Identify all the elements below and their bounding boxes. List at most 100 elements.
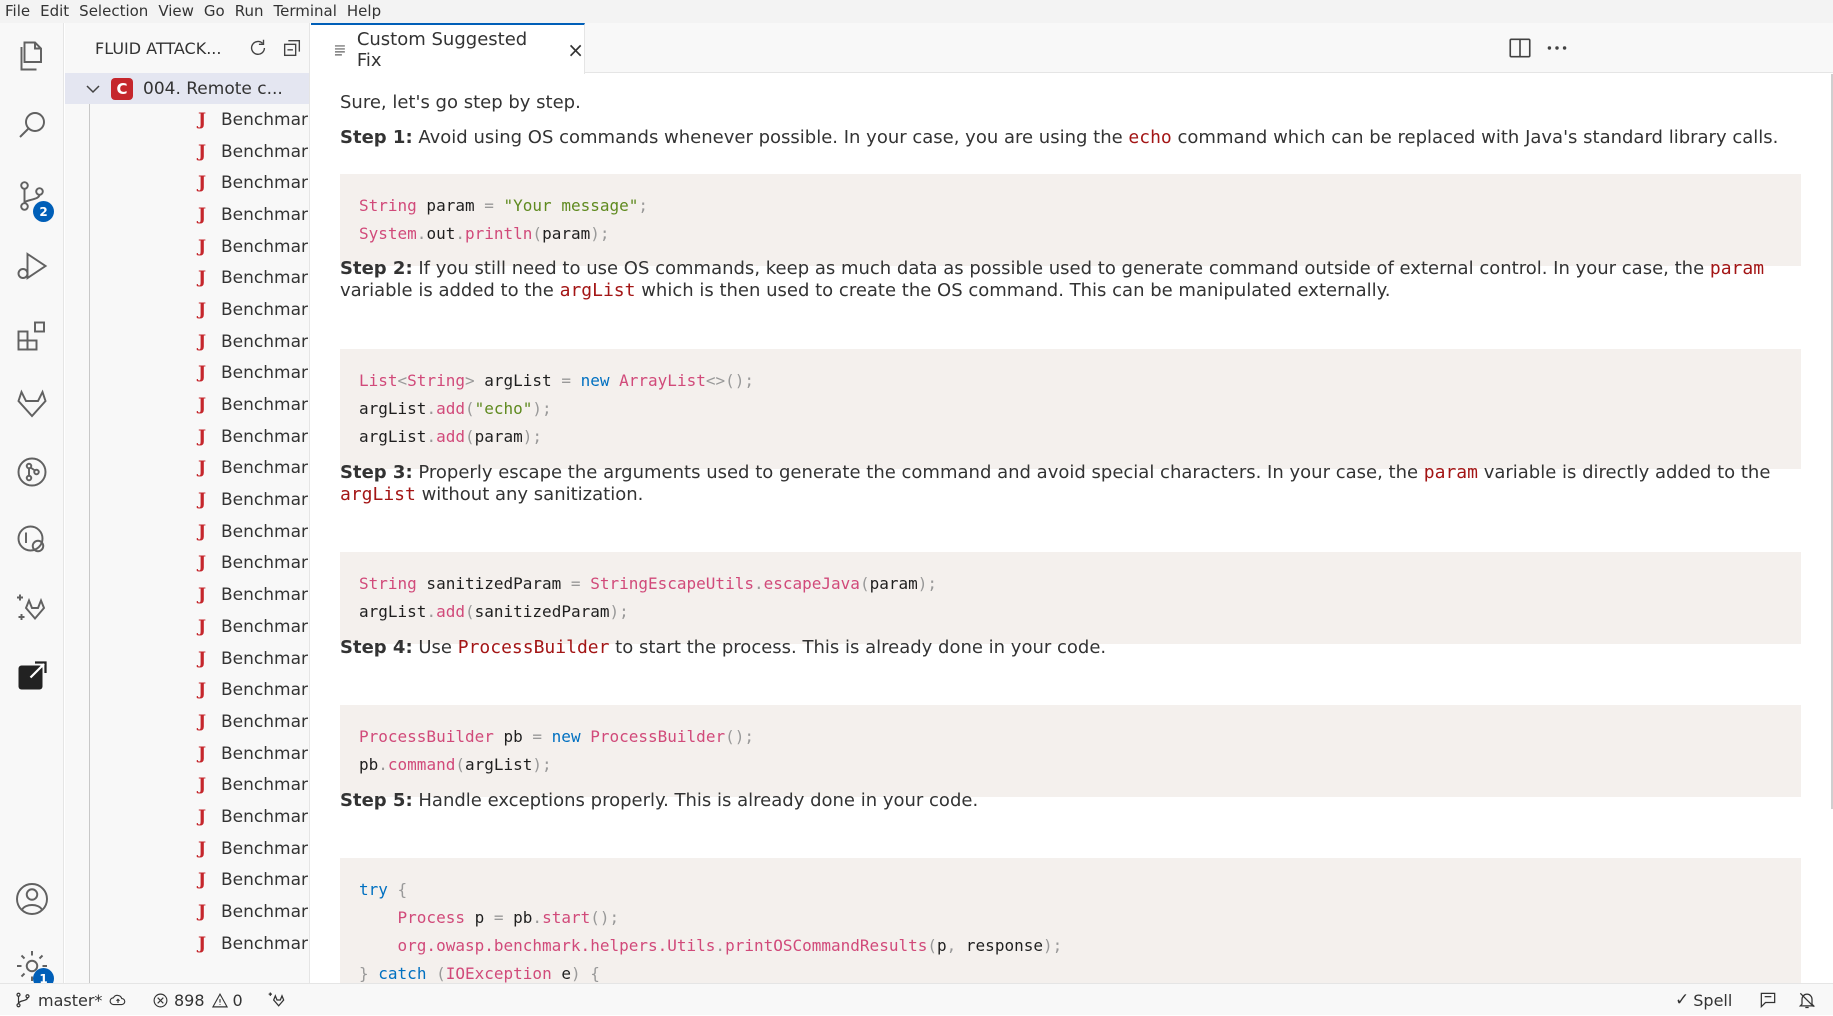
tree-item-label: BenchmarkTe... [221, 299, 309, 320]
explorer-icon[interactable] [0, 28, 64, 84]
step-3-text-b: variable is directly added to the [1477, 462, 1771, 483]
step-3-text-a: Properly escape the arguments used to ge… [412, 462, 1424, 483]
menu-view[interactable]: View [153, 0, 199, 23]
tree-item-label: BenchmarkTe... [221, 236, 309, 257]
check-icon: ✓ [1675, 990, 1690, 1010]
step-3-label: Step 3: [340, 462, 413, 483]
menu-selection[interactable]: Selection [74, 0, 153, 23]
code-block-3: String sanitizedParam = StringEscapeUtil… [340, 552, 1801, 644]
collapse-all-icon[interactable] [281, 37, 303, 59]
tree-item-file[interactable]: J BenchmarkTe... [65, 199, 309, 231]
tree-item-file[interactable]: J BenchmarkTe... [65, 769, 309, 801]
warning-count: 0 [232, 990, 243, 1010]
problems-status[interactable]: 898 0 [152, 984, 243, 1016]
java-file-icon: J [198, 616, 207, 637]
java-file-icon: J [198, 521, 207, 542]
java-file-icon: J [198, 711, 207, 732]
tree-item-label: BenchmarkTe... [221, 933, 309, 954]
preview-icon [334, 44, 345, 56]
tree-item-label: BenchmarkTe... [221, 363, 309, 384]
spell-status[interactable]: ✓ Spell [1675, 984, 1732, 1016]
tree-item-file[interactable]: J BenchmarkTe... [65, 262, 309, 294]
step-5-text-a: Handle exceptions properly. This is alre… [412, 790, 979, 811]
step-2-label: Step 2: [340, 258, 413, 279]
tree-root-vulnerability[interactable]: C 004. Remote c... [65, 73, 309, 104]
menu-go[interactable]: Go [199, 0, 230, 23]
java-file-icon: J [198, 331, 207, 352]
java-file-icon: J [198, 743, 207, 764]
step-1-text: Step 1: Avoid using OS commands whenever… [340, 127, 1790, 149]
git-graph-icon[interactable] [0, 444, 64, 500]
java-file-icon: J [198, 648, 207, 669]
tree-item-file[interactable]: J BenchmarkTe... [65, 104, 309, 136]
tree-item-file[interactable]: J BenchmarkTe... [65, 421, 309, 453]
split-editor-icon[interactable] [1507, 35, 1533, 61]
tree-item-file[interactable]: J BenchmarkTe... [65, 579, 309, 611]
tree-item-file[interactable]: J BenchmarkTe... [65, 706, 309, 738]
menu-file[interactable]: File [0, 0, 35, 23]
tree-item-file[interactable]: J BenchmarkTe... [65, 516, 309, 548]
java-file-icon: J [198, 395, 207, 416]
tab-label: Custom Suggested Fix [356, 28, 528, 71]
gitlab-duo-icon[interactable] [0, 580, 64, 636]
tree-item-file[interactable]: J BenchmarkTe... [65, 833, 309, 865]
java-file-icon: J [198, 299, 207, 320]
tree-item-file[interactable]: J BenchmarkTe... [65, 548, 309, 580]
tree-item-file[interactable]: J BenchmarkTe... [65, 358, 309, 390]
tree-item-label: BenchmarkTe... [221, 458, 309, 479]
gitlab-icon[interactable] [0, 376, 64, 432]
sidebar-title: FLUID ATTACK... [95, 38, 222, 58]
more-actions-icon[interactable] [1544, 35, 1570, 61]
tree-item-file[interactable]: J BenchmarkTe... [65, 294, 309, 326]
tab-custom-suggested-fix[interactable]: Custom Suggested Fix × [311, 23, 585, 74]
tree-item-file[interactable]: J BenchmarkTe... [65, 484, 309, 516]
branch-status[interactable]: master* [14, 984, 128, 1016]
tree-item-file[interactable]: J BenchmarkTe... [65, 167, 309, 199]
tree-item-file[interactable]: J BenchmarkTe... [65, 674, 309, 706]
inline-code: echo [1128, 127, 1172, 148]
tree-item-file[interactable]: J BenchmarkTe... [65, 738, 309, 770]
error-icon [153, 993, 168, 1007]
tree-item-label: BenchmarkTe... [221, 680, 309, 701]
java-file-icon: J [198, 838, 207, 859]
gitlab-status[interactable] [266, 984, 288, 1016]
chevron-down-icon [86, 84, 100, 93]
tree-item-file[interactable]: J BenchmarkTe... [65, 231, 309, 263]
tree-item-file[interactable]: J BenchmarkTe... [65, 326, 309, 358]
menu-run[interactable]: Run [230, 0, 269, 23]
tree-item-file[interactable]: J BenchmarkTe... [65, 611, 309, 643]
suggested-fix-content: Sure, let's go step by step. Step 1: Avo… [311, 74, 1833, 983]
tree-item-file[interactable]: J BenchmarkTe... [65, 389, 309, 421]
tree-item-label: BenchmarkTe... [221, 395, 309, 416]
notifications-status[interactable] [1797, 984, 1817, 1016]
tree-item-file[interactable]: J BenchmarkTe... [65, 865, 309, 897]
accounts-icon[interactable] [0, 871, 64, 927]
java-file-icon: J [198, 775, 207, 796]
tree-item-file[interactable]: J BenchmarkTe... [65, 136, 309, 168]
tree-item-file[interactable]: J BenchmarkTe... [65, 928, 309, 960]
tab-bar: Custom Suggested Fix × [311, 23, 1833, 74]
tree-item-file[interactable]: J BenchmarkTe... [65, 896, 309, 928]
feedback-status[interactable] [1758, 984, 1778, 1016]
tree-item-file[interactable]: J BenchmarkTe... [65, 643, 309, 675]
tree-item-label: BenchmarkTe... [221, 711, 309, 732]
run-debug-icon[interactable] [0, 238, 64, 294]
fluid-attacks-icon[interactable] [0, 648, 64, 704]
sidebar-header: FLUID ATTACK... [65, 23, 309, 73]
remote-explorer-icon[interactable] [0, 512, 64, 568]
tab-close-button[interactable]: × [567, 38, 584, 62]
extensions-icon[interactable] [0, 308, 64, 364]
menu-edit[interactable]: Edit [35, 0, 74, 23]
menu-terminal[interactable]: Terminal [269, 0, 342, 23]
step-2-text-b: variable is added to the [340, 280, 560, 301]
search-icon[interactable] [0, 97, 64, 153]
tree-item-file[interactable]: J BenchmarkTe... [65, 453, 309, 485]
tree-item-label: BenchmarkTe... [221, 173, 309, 194]
refresh-icon[interactable] [247, 37, 269, 59]
source-control-icon[interactable]: 2 [0, 168, 64, 224]
tree-item-file[interactable]: J BenchmarkTe... [65, 801, 309, 833]
cloud-sync-icon [110, 994, 126, 1006]
menu-help[interactable]: Help [342, 0, 386, 23]
step-2-text: Step 2: If you still need to use OS comm… [340, 258, 1790, 302]
step-4-text-a: Use [412, 637, 458, 658]
